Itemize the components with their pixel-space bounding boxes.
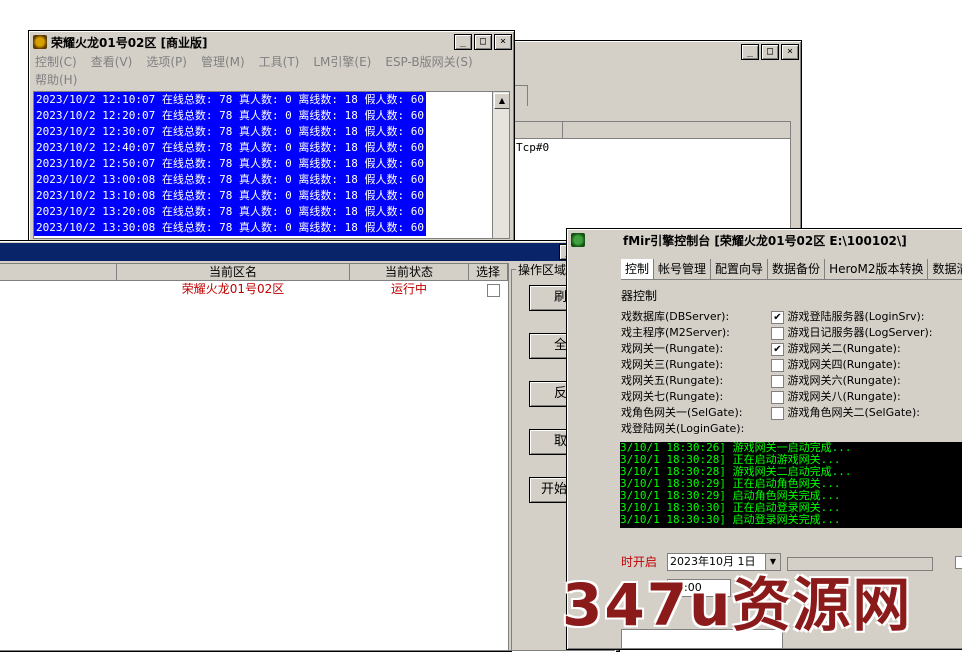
server-control-group-label: 器控制 (621, 289, 658, 303)
main-titlebar[interactable]: 荣耀火龙01号02区 [商业版] (31, 33, 512, 51)
log-line: 2023/10/2 12:10:07 在线总数: 78 真人数: 0 离线数: … (34, 92, 427, 108)
right-item-logserver[interactable]: 游戏日记服务器(LogServer): (771, 325, 933, 341)
log-scrollbar[interactable]: ▲ (492, 92, 509, 238)
back-list-header (514, 122, 790, 139)
back-window-tab[interactable] (513, 85, 528, 106)
right-item-label: 游戏登陆服务器(LoginSrv): (787, 310, 925, 323)
right-item-selgate2[interactable]: 游戏角色网关二(SelGate): (771, 405, 920, 421)
engine-titlebar[interactable]: fMir引擎控制台 [荣耀火龙01号02区 E:\100102\] (569, 231, 962, 249)
left-item-dbserver: 戏数据库(DBServer): (621, 310, 730, 323)
menu-help[interactable]: 帮助(H) (35, 71, 77, 89)
console-line: 3/10/1 18:30:30] 启动登录网关完成... (620, 513, 841, 526)
maximize-icon[interactable]: □ (474, 34, 492, 50)
right-item-label: 游戏网关二(Rungate): (787, 342, 901, 355)
col-zone-name[interactable]: 当前区名 (117, 264, 350, 281)
minimize-icon[interactable]: _ (454, 34, 472, 50)
close-icon[interactable]: × (781, 44, 799, 60)
server-table: 当前区名 当前状态 选择 荣耀火龙01号02区 运行中 (0, 263, 509, 651)
checkbox[interactable] (771, 406, 784, 420)
main-menu: 控制(C) 查看(V) 选项(P) 管理(M) 工具(T) LM引擎(E) ES… (35, 53, 508, 89)
menu-manage[interactable]: 管理(M) (201, 53, 245, 71)
right-item-rungate2[interactable]: ✔ 游戏网关二(Rungate): (771, 341, 901, 357)
engine-app-icon (571, 233, 585, 247)
menu-view[interactable]: 查看(V) (91, 53, 133, 71)
checkbox[interactable] (771, 326, 784, 340)
right-item-label: 游戏网关六(Rungate): (787, 374, 901, 387)
back-window: _ □ × Tcp#0 (512, 40, 802, 243)
server-list-window: _ □ × 当前区名 当前状态 选择 荣耀火龙01号02区 运行中 操作区域 刷… (0, 240, 620, 652)
right-item-label: 游戏网关四(Rungate): (787, 358, 901, 371)
menu-esp-gateway[interactable]: ESP-B版网关(S) (385, 53, 472, 71)
operation-group-label: 操作区域 (516, 261, 569, 278)
online-log-list[interactable]: 2023/10/2 12:10:07 在线总数: 78 真人数: 0 离线数: … (33, 91, 510, 239)
right-item-label: 游戏角色网关二(SelGate): (787, 406, 920, 419)
back-window-buttons: _ □ × (741, 44, 799, 60)
left-item-logingate: 戏登陆网关(LoginGate): (621, 422, 745, 435)
main-window: 荣耀火龙01号02区 [商业版] _ □ × 控制(C) 查看(V) 选项(P)… (28, 30, 515, 244)
zone-name-cell: 荣耀火龙01号02区 (181, 282, 285, 296)
right-item-rungate4[interactable]: 游戏网关四(Rungate): (771, 357, 901, 373)
log-line: 2023/10/2 12:20:07 在线总数: 78 真人数: 0 离线数: … (34, 108, 427, 124)
maximize-icon[interactable]: □ (761, 44, 779, 60)
checkbox[interactable] (771, 390, 784, 404)
tab-account[interactable]: 帐号管理 (654, 259, 712, 279)
menu-lm-engine[interactable]: LM引擎(E) (313, 53, 371, 71)
col-status[interactable]: 当前状态 (350, 264, 469, 281)
col-select[interactable]: 选择 (469, 264, 508, 281)
checkbox[interactable]: ✔ (771, 342, 784, 356)
main-window-title: 荣耀火龙01号02区 [商业版] (51, 35, 208, 50)
log-line: 2023/10/2 13:10:08 在线总数: 78 真人数: 0 离线数: … (34, 188, 427, 204)
status-cell: 运行中 (390, 282, 427, 296)
engine-console: 3/10/1 18:30:26] 游戏网关一启动完成... 3/10/1 18:… (620, 442, 962, 528)
menu-options[interactable]: 选项(P) (146, 53, 187, 71)
tab-control[interactable]: 控制 (621, 259, 655, 279)
tab-config-wizard[interactable]: 配置向导 (711, 259, 769, 279)
checkbox[interactable]: ✔ (771, 310, 784, 324)
log-line: 2023/10/2 12:30:07 在线总数: 78 真人数: 0 离线数: … (34, 124, 427, 140)
right-item-rungate6[interactable]: 游戏网关六(Rungate): (771, 373, 901, 389)
right-item-label: 游戏网关八(Rungate): (787, 390, 901, 403)
left-item-rungate5: 戏网关五(Rungate): (621, 374, 724, 387)
server-list-titlebar[interactable] (0, 243, 617, 261)
option-checkbox[interactable] (955, 555, 962, 569)
close-icon[interactable]: × (494, 34, 512, 50)
engine-tabs: 控制帐号管理配置向导数据备份HeroM2版本转换数据清 (621, 259, 962, 280)
log-line: 2023/10/2 12:40:07 在线总数: 78 真人数: 0 离线数: … (34, 140, 427, 156)
checkbox[interactable] (771, 374, 784, 388)
right-item-loginsrv[interactable]: ✔ 游戏登陆服务器(LoginSrv): (771, 309, 924, 325)
app-icon (33, 35, 47, 49)
log-line: 2023/10/2 12:50:07 在线总数: 78 真人数: 0 离线数: … (34, 156, 427, 172)
log-line: 2023/10/2 13:20:08 在线总数: 78 真人数: 0 离线数: … (34, 204, 427, 220)
tab-backup[interactable]: 数据备份 (768, 259, 826, 279)
back-list-header-divider (562, 122, 563, 138)
menu-tools[interactable]: 工具(T) (259, 53, 300, 71)
scroll-up-icon[interactable]: ▲ (494, 93, 509, 109)
left-item-rungate1: 戏网关一(Rungate): (621, 342, 724, 355)
tab-data-clean[interactable]: 数据清 (928, 259, 962, 279)
table-row[interactable]: 荣耀火龙01号02区 运行中 (0, 281, 508, 297)
engine-window-title: fMir引擎控制台 [荣耀火龙01号02区 E:\100102\] (623, 233, 907, 248)
tcp-text: Tcp#0 (516, 141, 550, 154)
main-window-buttons: _ □ × (454, 34, 512, 50)
log-line: 2023/10/2 13:30:08 在线总数: 78 真人数: 0 离线数: … (34, 220, 427, 236)
left-item-m2server: 戏主程序(M2Server): (621, 326, 730, 339)
log-line: 2023/10/2 13:00:08 在线总数: 78 真人数: 0 离线数: … (34, 172, 427, 188)
server-table-header: 当前区名 当前状态 选择 (0, 264, 508, 281)
left-item-rungate3: 戏网关三(Rungate): (621, 358, 724, 371)
select-checkbox[interactable] (487, 283, 500, 297)
watermark-logo: 347u资源网 (562, 571, 913, 639)
right-item-rungate8[interactable]: 游戏网关八(Rungate): (771, 389, 901, 405)
menu-control[interactable]: 控制(C) (35, 53, 77, 71)
back-window-list: Tcp#0 (513, 121, 791, 243)
left-item-selgate1: 戏角色网关一(SelGate): (621, 406, 743, 419)
minimize-icon[interactable]: _ (741, 44, 759, 60)
col-blank[interactable] (0, 264, 117, 281)
left-item-rungate7: 戏网关七(Rungate): (621, 390, 724, 403)
checkbox[interactable] (771, 358, 784, 372)
right-item-label: 游戏日记服务器(LogServer): (787, 326, 933, 339)
tab-herom2-convert[interactable]: HeroM2版本转换 (825, 259, 929, 279)
